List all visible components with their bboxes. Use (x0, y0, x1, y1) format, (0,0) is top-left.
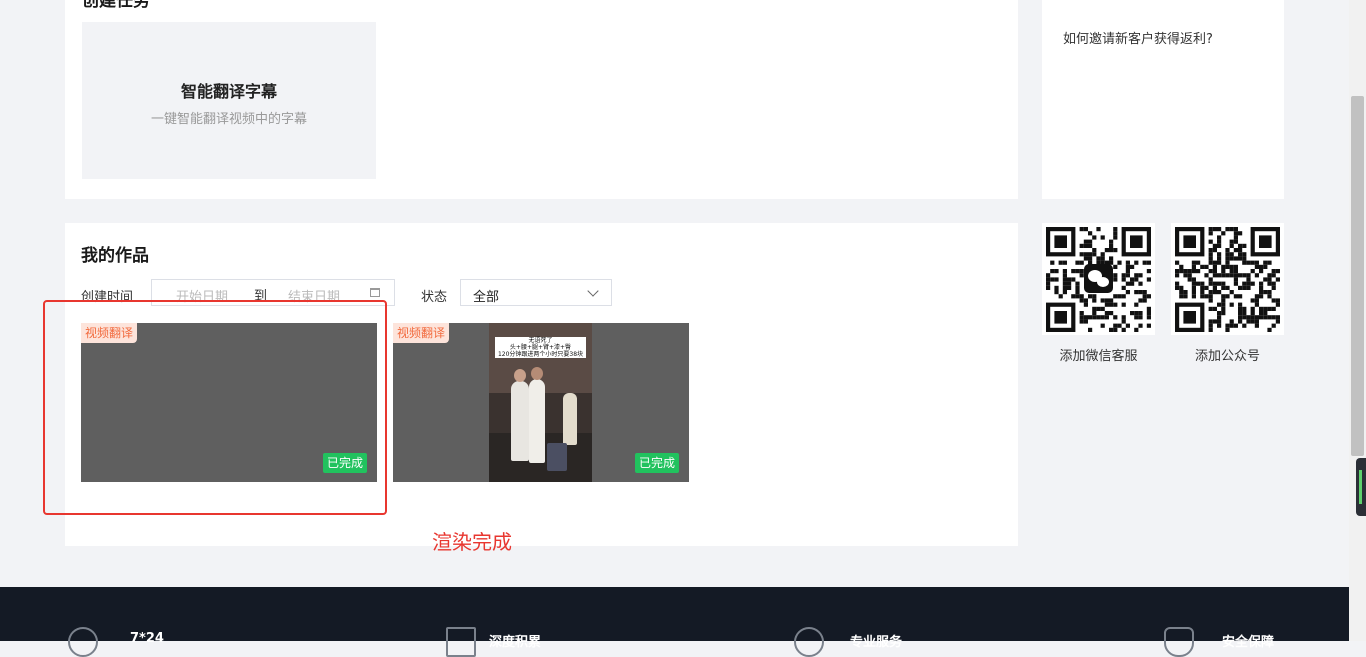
side-floating-widget[interactable] (1356, 458, 1366, 516)
annotation-text: 渲染完成 (432, 530, 512, 554)
footer-item-service: 7*24 (130, 631, 164, 646)
status-select-value: 全部 (473, 290, 500, 305)
public-account-label: 添加公众号 (1194, 349, 1260, 364)
work-item[interactable]: 无语死了 头+腰+腿+臂+漆+臀 120分钟跟进两个小时只要38块 视频翻译 已… (393, 323, 689, 482)
clock-icon (68, 627, 98, 657)
created-time-label: 创建时间 (81, 290, 134, 305)
work-item[interactable]: 视频翻译 已完成 (81, 323, 377, 482)
shield-icon (1164, 627, 1194, 657)
my-works-title: 我的作品 (81, 246, 149, 266)
video-thumbnail: 无语死了 头+腰+腿+臂+漆+臀 120分钟跟进两个小时只要38块 (489, 323, 592, 482)
invite-help-panel: 如何邀请新客户获得返利? (1042, 14, 1284, 199)
footer: 7*24 深度积累 专业服务 安全保障 (0, 587, 1349, 657)
work-type-tag: 视频翻译 (393, 323, 450, 343)
headset-icon (794, 627, 824, 657)
date-range-separator: 到 (254, 289, 268, 304)
invite-rebate-link[interactable]: 如何邀请新客户获得返利? (1063, 28, 1213, 47)
wechat-qr-icon (1042, 223, 1155, 335)
end-date-input[interactable]: 结束日期 (288, 286, 340, 305)
status-label: 状态 (421, 290, 448, 305)
date-range-picker[interactable]: 开始日期 到 结束日期 (151, 279, 395, 306)
translate-card-subtitle: 一键智能翻译视频中的字幕 (150, 112, 307, 127)
sidebar-header-strip (1042, 0, 1284, 15)
smart-translate-subtitles-card[interactable]: 智能翻译字幕 一键智能翻译视频中的字幕 (82, 22, 376, 179)
create-task-title: 创建任务 (82, 0, 150, 11)
translate-card-title: 智能翻译字幕 (180, 82, 277, 101)
flag-icon (446, 627, 476, 657)
start-date-input[interactable]: 开始日期 (176, 286, 228, 305)
calendar-icon (370, 288, 380, 297)
public-account-qr-icon (1171, 223, 1284, 335)
video-caption: 无语死了 头+腰+腿+臂+漆+臀 120分钟跟进两个小时只要38块 (495, 337, 586, 358)
work-type-tag: 视频翻译 (81, 323, 138, 343)
wechat-service-label: 添加微信客服 (1059, 349, 1138, 364)
status-badge: 已完成 (634, 453, 679, 473)
scrollbar-thumb[interactable] (1351, 96, 1364, 456)
chevron-down-icon (587, 285, 599, 297)
status-select[interactable]: 全部 (460, 279, 612, 306)
status-badge: 已完成 (322, 453, 367, 473)
